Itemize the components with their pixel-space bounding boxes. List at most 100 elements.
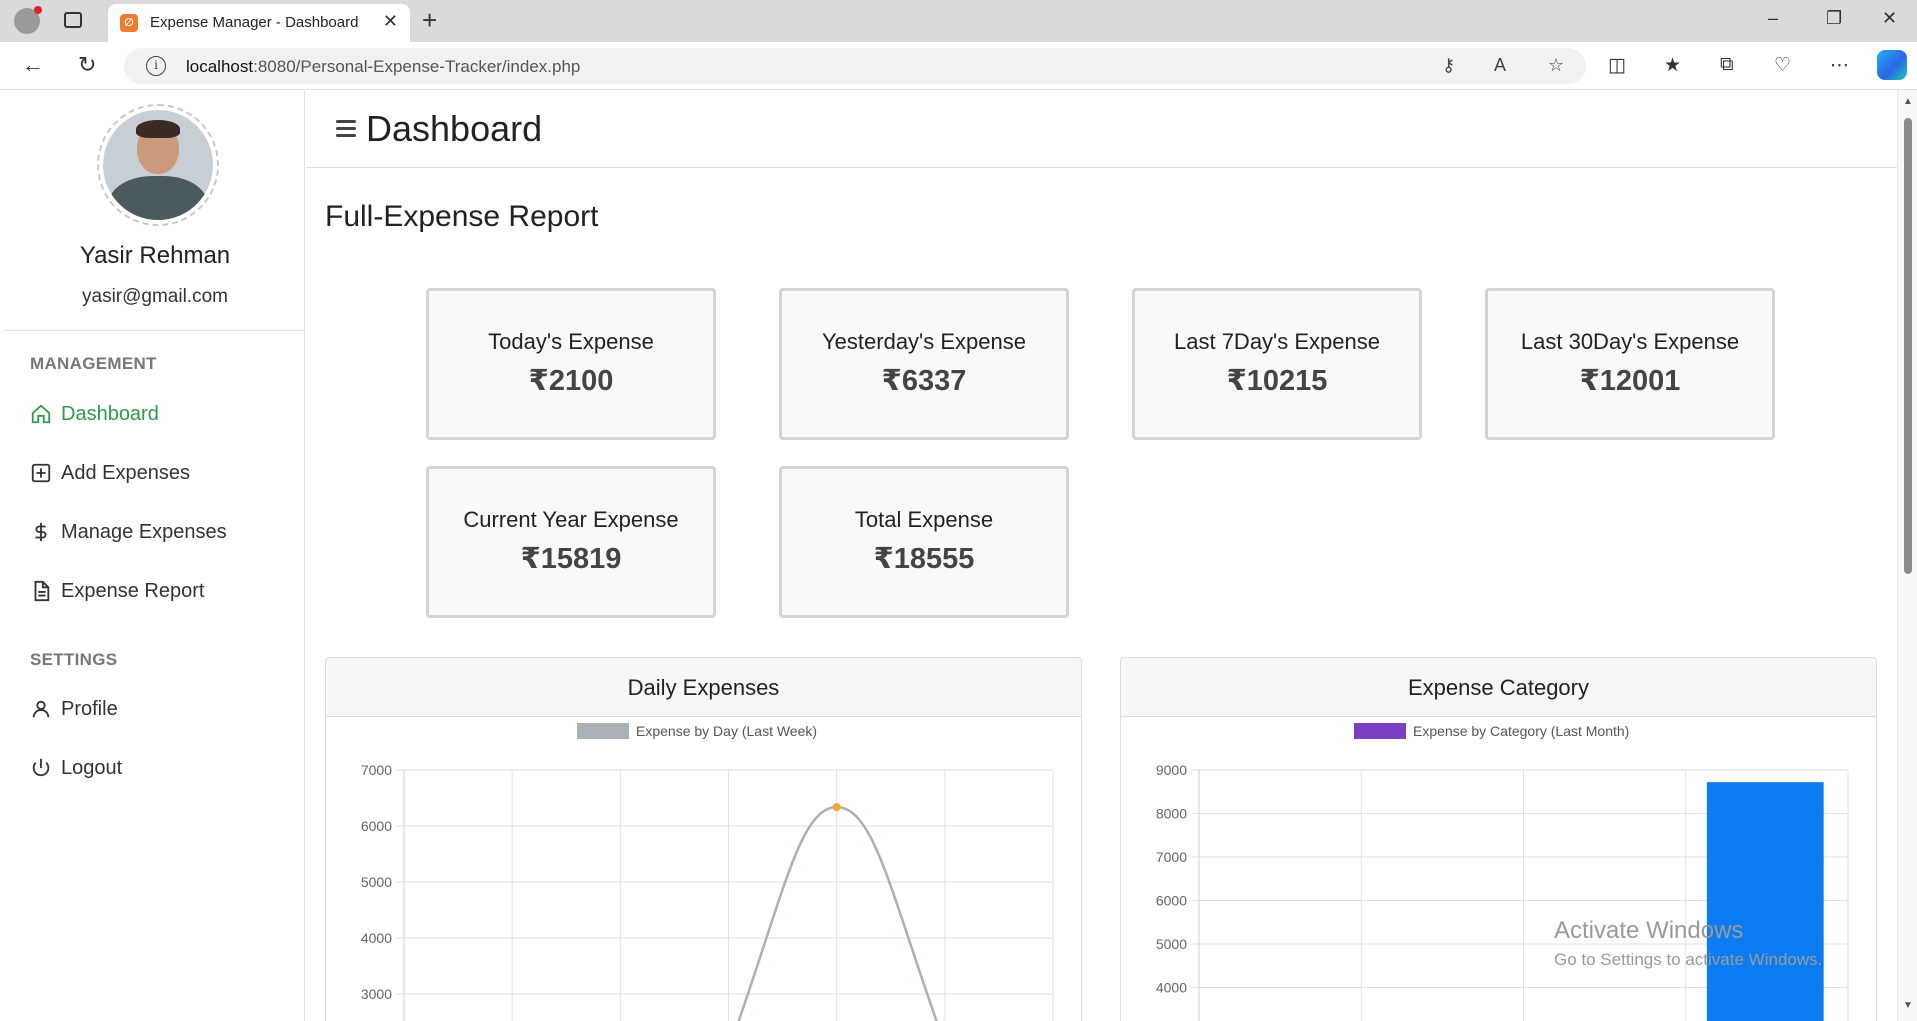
browser-tab[interactable]: ∅ Expense Manager - Dashboard ✕ — [108, 4, 410, 42]
sidebar-item-label: Profile — [61, 697, 118, 720]
expense-category-title: Expense Category — [1121, 658, 1876, 717]
stat-label: Last 30Day's Expense — [1520, 329, 1740, 354]
file-text-icon — [30, 580, 52, 602]
user-email: yasir@gmail.com — [82, 286, 228, 307]
windows-watermark-subtitle: Go to Settings to activate Windows. — [1554, 950, 1823, 969]
tab-title: Expense Manager - Dashboard — [150, 14, 359, 31]
sidebar-item-expense-report[interactable]: Expense Report — [30, 576, 204, 606]
restore-icon[interactable]: ❐ — [1826, 8, 1842, 29]
settings-heading: SETTINGS — [30, 650, 118, 669]
y-tick-label: 9000 — [1156, 762, 1187, 778]
sidebar-item-profile[interactable]: Profile — [30, 694, 118, 724]
stat-label: Yesterday's Expense — [822, 329, 1026, 354]
y-tick-label: 7000 — [1156, 849, 1187, 865]
plus-square-icon — [30, 462, 52, 484]
daily-expenses-panel: Daily Expenses Expense by Day (Last Week… — [325, 657, 1082, 1021]
tab-actions-icon[interactable] — [64, 12, 82, 28]
scroll-down-icon[interactable]: ▼ — [1903, 1000, 1913, 1011]
stat-card-last-7-days: Last 7Day's Expense ₹10215 — [1132, 288, 1422, 440]
y-tick-label: 4000 — [361, 930, 392, 946]
scroll-up-icon[interactable]: ▲ — [1903, 96, 1913, 107]
close-tab-icon[interactable]: ✕ — [383, 11, 398, 32]
info-icon[interactable]: i — [146, 56, 166, 76]
page-scrollbar[interactable]: ▲ ▼ — [1897, 90, 1917, 1021]
dollar-icon — [30, 521, 52, 543]
favorites-icon[interactable]: ★ — [1664, 54, 1681, 77]
browser-tab-strip: ∅ Expense Manager - Dashboard ✕ + – ❐ ✕ — [0, 0, 1917, 42]
sidebar-divider — [5, 330, 305, 331]
y-tick-label: 5000 — [361, 874, 392, 890]
sidebar-item-label: Dashboard — [61, 402, 159, 425]
stat-value: ₹6337 — [881, 365, 967, 397]
topbar: Dashboard — [306, 90, 1897, 168]
copilot-icon[interactable] — [1877, 50, 1907, 80]
daily-expenses-title: Daily Expenses — [326, 658, 1081, 717]
url-text[interactable]: localhost:8080/Personal-Expense-Tracker/… — [186, 57, 580, 77]
power-icon — [30, 757, 52, 779]
key-icon[interactable]: ⚷ — [1442, 55, 1455, 76]
y-tick-label: 3000 — [361, 986, 392, 1002]
new-tab-icon[interactable]: + — [422, 5, 437, 36]
stat-value: ₹18555 — [873, 543, 975, 575]
notification-dot — [34, 6, 42, 14]
stat-card-yesterday: Yesterday's Expense ₹6337 — [779, 288, 1069, 440]
y-tick-label: 8000 — [1156, 806, 1187, 822]
favorite-star-icon[interactable]: ☆ — [1548, 55, 1564, 76]
legend-swatch — [1354, 723, 1406, 739]
y-tick-label: 7000 — [361, 762, 392, 778]
management-heading: MANAGEMENT — [30, 354, 157, 373]
sidebar-item-dashboard[interactable]: Dashboard — [30, 399, 159, 429]
daily-expenses-chart: Expense by Day (Last Week) 3000 4000 5000 60… — [361, 723, 1054, 1021]
stat-value: ₹10215 — [1226, 365, 1328, 397]
more-icon[interactable]: ⋯ — [1830, 54, 1849, 77]
menu-toggle-icon[interactable] — [336, 120, 356, 137]
read-aloud-icon[interactable]: A — [1494, 55, 1506, 76]
legend-swatch — [577, 723, 629, 739]
stat-card-total: Total Expense ₹18555 — [779, 466, 1069, 618]
health-icon[interactable]: ♡ — [1774, 54, 1791, 77]
report-title: Full-Expense Report — [325, 200, 599, 233]
scrollbar-thumb[interactable] — [1904, 118, 1912, 574]
sidebar-item-label: Manage Expenses — [61, 520, 227, 543]
windows-watermark-title: Activate Windows — [1554, 917, 1744, 944]
avatar — [97, 104, 219, 226]
minimize-icon[interactable]: – — [1768, 8, 1778, 29]
close-window-icon[interactable]: ✕ — [1882, 8, 1897, 29]
address-bar[interactable]: i localhost:8080/Personal-Expense-Tracke… — [124, 48, 1586, 84]
user-icon — [30, 698, 52, 720]
stat-value: ₹15819 — [520, 543, 622, 575]
collections-icon[interactable]: ⧉ — [1720, 54, 1734, 76]
y-tick-label: 6000 — [1156, 893, 1187, 909]
stat-value: ₹2100 — [528, 365, 614, 397]
back-icon[interactable]: ← — [22, 52, 44, 78]
split-screen-icon[interactable]: ◫ — [1608, 54, 1626, 77]
legend-label: Expense by Category (Last Month) — [1413, 723, 1629, 739]
sidebar-item-label: Add Expenses — [61, 461, 190, 484]
y-tick-label: 6000 — [361, 818, 392, 834]
legend-label: Expense by Day (Last Week) — [636, 723, 817, 739]
stat-label: Today's Expense — [488, 329, 654, 354]
y-tick-label: 5000 — [1156, 936, 1187, 952]
bar — [1706, 782, 1824, 1021]
sidebar-item-add-expenses[interactable]: Add Expenses — [30, 458, 190, 488]
y-tick-label: 4000 — [1156, 980, 1187, 996]
sidebar-item-label: Expense Report — [61, 579, 205, 602]
browser-toolbar: ← ↻ i localhost:8080/Personal-Expense-Tr… — [0, 42, 1917, 90]
stat-label: Last 7Day's Expense — [1174, 329, 1380, 354]
home-icon — [30, 403, 52, 425]
user-name: Yasir Rehman — [79, 242, 231, 269]
stat-card-last-30-days: Last 30Day's Expense ₹12001 — [1485, 288, 1775, 440]
sidebar-item-label: Logout — [61, 756, 123, 779]
sidebar-item-manage-expenses[interactable]: Manage Expenses — [30, 517, 227, 547]
sidebar-item-logout[interactable]: Logout — [30, 753, 122, 783]
refresh-icon[interactable]: ↻ — [78, 52, 96, 78]
page: Yasir Rehman yasir@gmail.com MANAGEMENT … — [0, 90, 1917, 1021]
stat-label: Total Expense — [854, 507, 994, 532]
sidebar: Yasir Rehman yasir@gmail.com MANAGEMENT … — [5, 90, 305, 1021]
stat-card-today: Today's Expense ₹2100 — [426, 288, 716, 440]
data-point — [832, 803, 841, 812]
stat-value: ₹12001 — [1579, 365, 1681, 397]
page-title: Dashboard — [366, 108, 543, 149]
stat-label: Current Year Expense — [463, 507, 679, 532]
expense-category-chart: Expense by Category (Last Month) 4000 5000… — [1156, 723, 1849, 1021]
